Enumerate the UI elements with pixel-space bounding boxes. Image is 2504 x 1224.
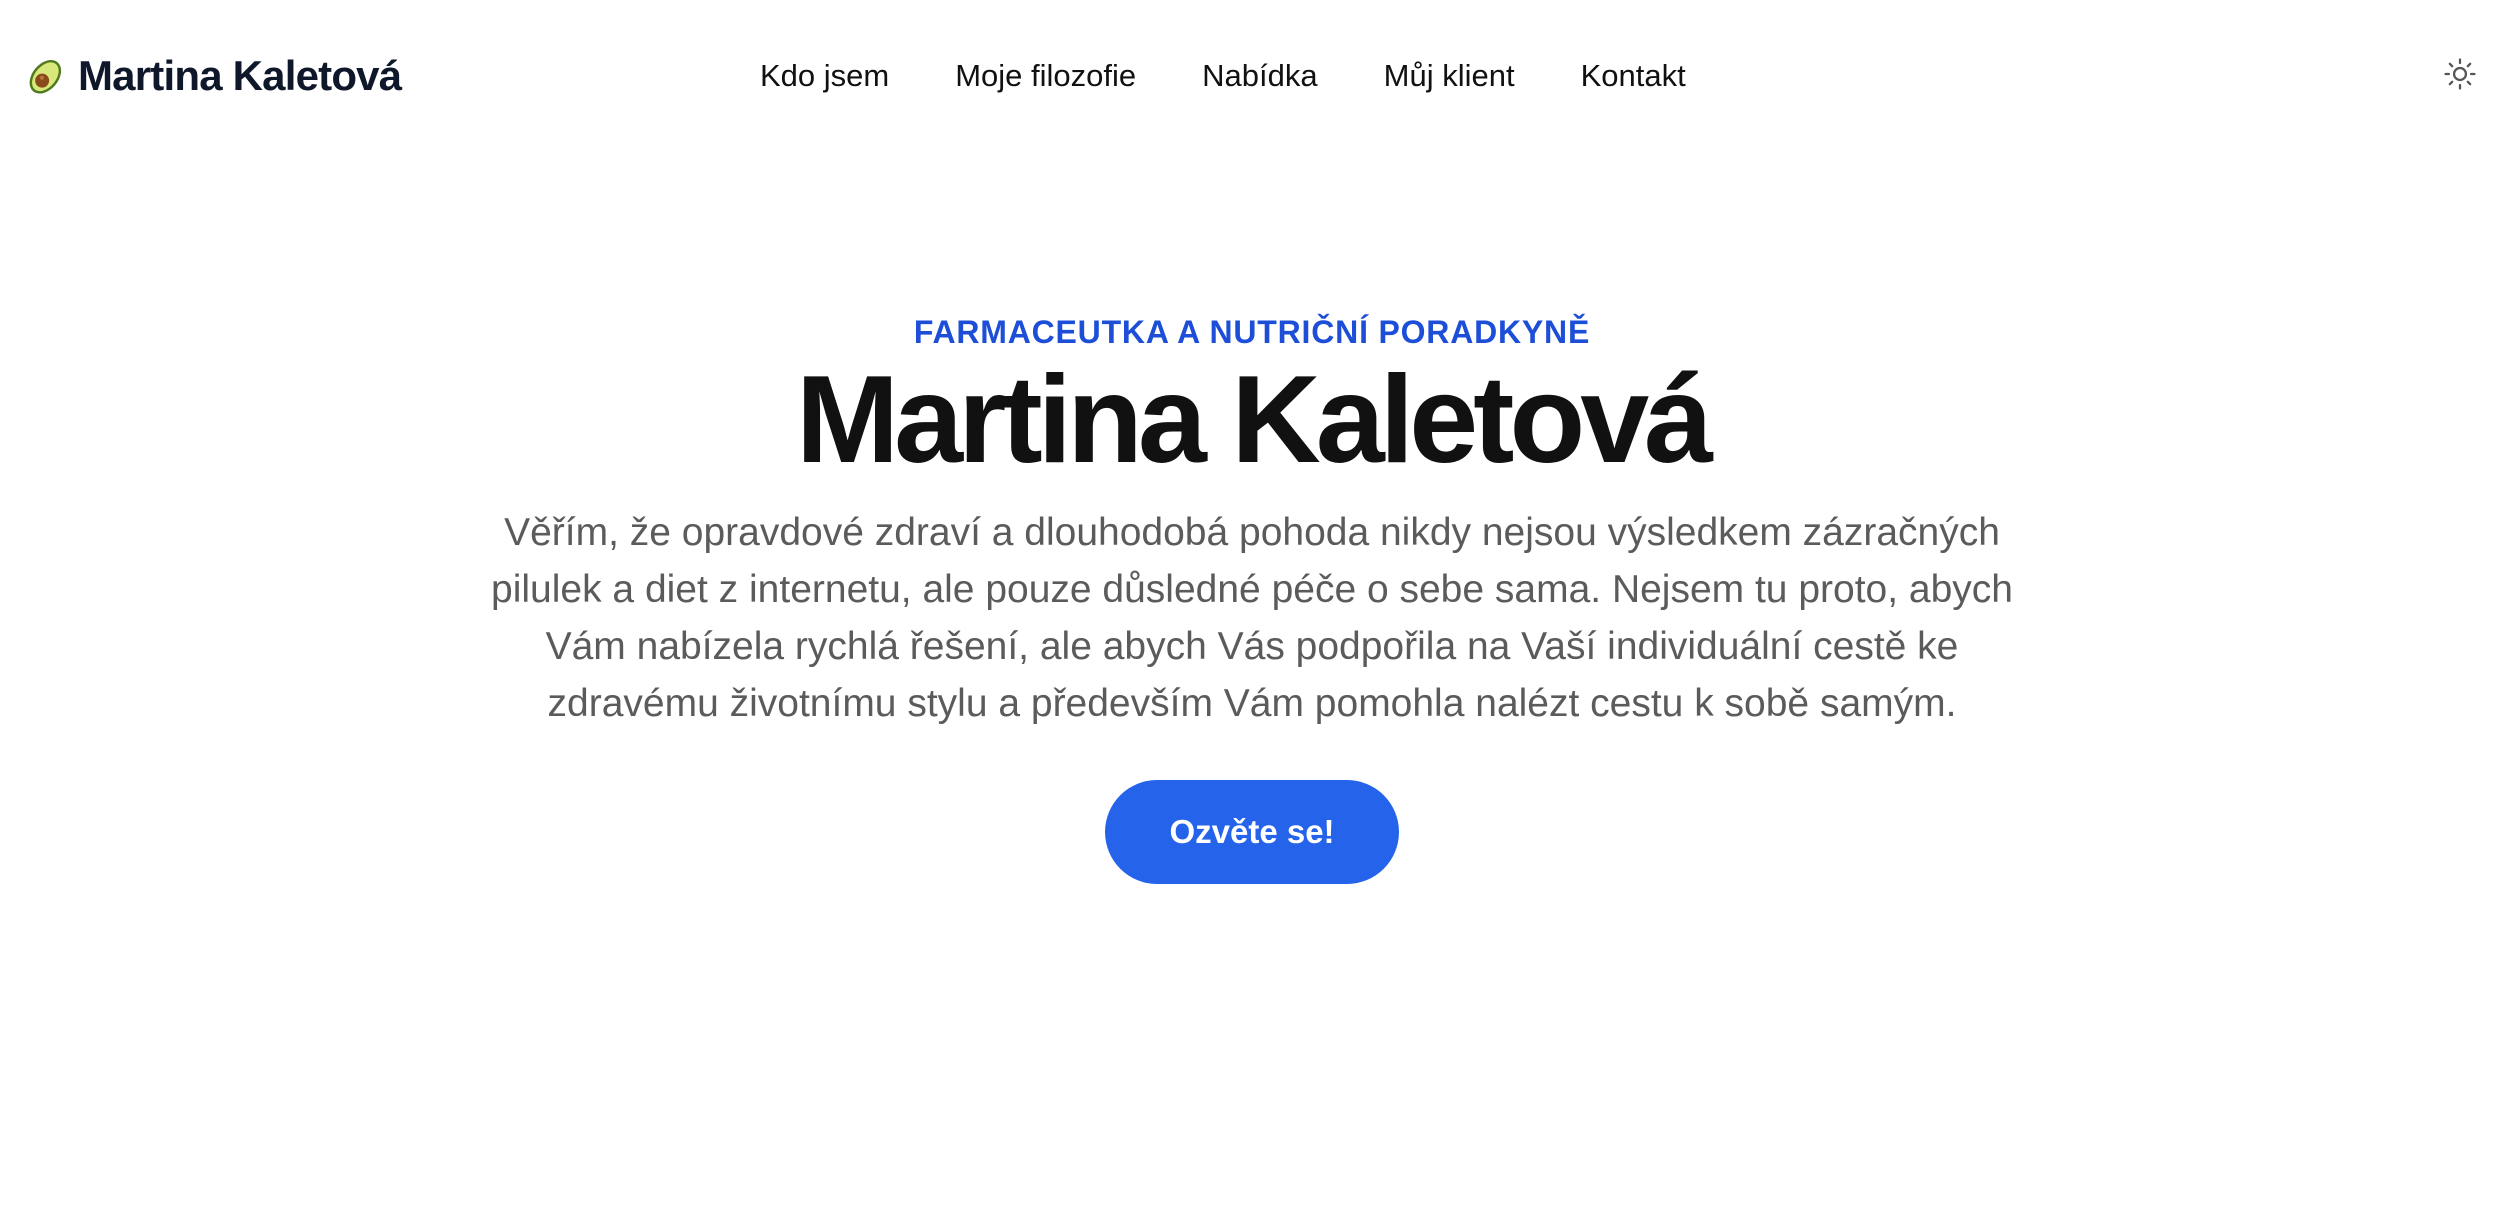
page: Martina Kaletová Kdo jsem Moje filozofie… (0, 0, 2504, 1224)
hero-section: FARMACEUTKA A NUTRIČNÍ PORADKYNĚ Martina… (0, 312, 2504, 884)
theme-toggle-button[interactable] (2440, 56, 2480, 96)
brand-name: Martina Kaletová (78, 52, 402, 99)
nav-link-muj-klient[interactable]: Můj klient (1384, 58, 1515, 94)
contact-cta-button[interactable]: Ozvěte se! (1105, 780, 1399, 884)
nav-link-kontakt[interactable]: Kontakt (1581, 58, 1686, 94)
site-header: Martina Kaletová Kdo jsem Moje filozofie… (0, 0, 2504, 154)
avocado-icon (24, 54, 68, 98)
sun-icon (2443, 57, 2477, 96)
brand-home-link[interactable]: Martina Kaletová (24, 46, 402, 106)
nav-link-moje-filozofie[interactable]: Moje filozofie (955, 58, 1136, 94)
hero-eyebrow: FARMACEUTKA A NUTRIČNÍ PORADKYNĚ (913, 314, 1591, 350)
nav-link-nabidka[interactable]: Nabídka (1202, 58, 1317, 94)
nav-link-kdo-jsem[interactable]: Kdo jsem (760, 58, 889, 94)
main-nav: Kdo jsem Moje filozofie Nabídka Můj klie… (760, 50, 1686, 102)
hero-description: Věřím, že opravdové zdraví a dlouhodobá … (491, 511, 2013, 725)
hero-title: Martina Kaletová (795, 351, 1713, 489)
